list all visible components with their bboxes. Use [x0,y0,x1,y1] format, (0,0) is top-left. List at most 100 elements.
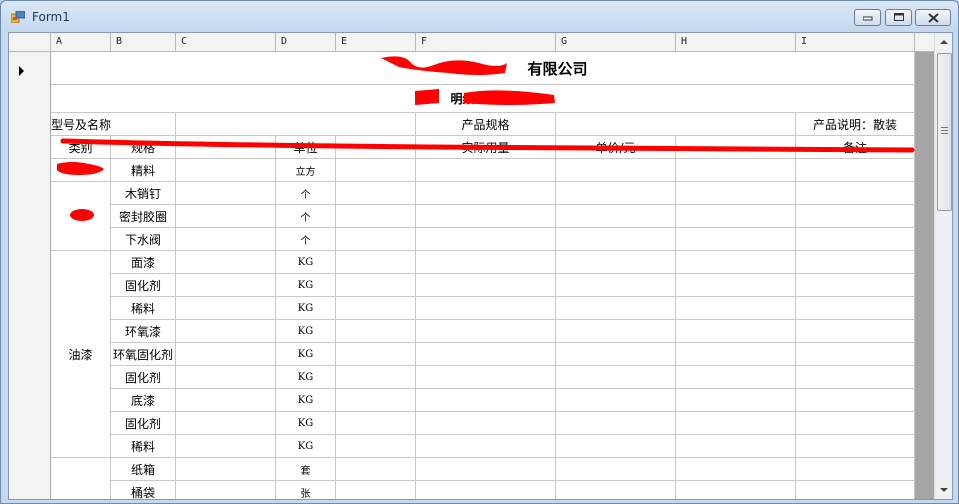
data-cell-b[interactable]: 固化剂 [111,366,176,389]
data-cell-d[interactable]: 个 [276,205,336,228]
data-cell-e[interactable] [336,458,416,481]
data-cell-i[interactable] [796,435,915,458]
data-cell-g[interactable] [556,228,676,251]
data-cell-h[interactable] [676,274,796,297]
data-cell-d[interactable]: 套 [276,458,336,481]
data-cell-c[interactable] [176,481,276,499]
data-cell-c[interactable] [176,205,276,228]
data-cell-i[interactable] [796,297,915,320]
column-header-d[interactable]: D [276,33,336,51]
data-cell-b[interactable]: 桶袋 [111,481,176,499]
maximize-button[interactable] [885,9,912,26]
data-cell-d[interactable]: 立方 [276,159,336,182]
data-cell-c[interactable] [176,320,276,343]
data-cell-f[interactable] [416,343,556,366]
data-cell-d[interactable]: KG [276,251,336,274]
data-cell-b[interactable]: 稀料 [111,435,176,458]
vertical-scrollbar[interactable] [934,33,952,499]
data-cell-g[interactable] [556,320,676,343]
model-name-label-cell[interactable]: 型号及名称 [51,113,176,136]
data-cell-i[interactable] [796,412,915,435]
data-cell-h[interactable] [676,481,796,499]
data-cell-g[interactable] [556,412,676,435]
data-cell-e[interactable] [336,182,416,205]
column-header-f[interactable]: F [416,33,556,51]
data-cell-h[interactable] [676,389,796,412]
header-cell-d[interactable]: 单位 [276,136,336,159]
data-cell-h[interactable] [676,182,796,205]
row-header-column[interactable] [9,52,51,499]
data-cell-e[interactable] [336,435,416,458]
data-cell-e[interactable] [336,389,416,412]
header-cell-e[interactable] [336,136,416,159]
data-cell-b[interactable]: 底漆 [111,389,176,412]
column-header-a[interactable]: A [51,33,111,51]
data-cell-i[interactable] [796,274,915,297]
data-cell-g[interactable] [556,481,676,499]
column-header-i[interactable]: I [796,33,915,51]
data-cell-b[interactable]: 固化剂 [111,274,176,297]
data-cell-b[interactable]: 木销钉 [111,182,176,205]
company-title-cell[interactable]: 有限公司 [51,52,915,85]
column-header-g[interactable]: G [556,33,676,51]
category-cell-packing[interactable] [51,458,111,499]
scroll-thumb[interactable] [937,53,952,211]
row3-blank-cell[interactable] [176,113,416,136]
data-cell-h[interactable] [676,297,796,320]
data-cell-e[interactable] [336,159,416,182]
data-cell-b[interactable]: 固化剂 [111,412,176,435]
data-cell-e[interactable] [336,205,416,228]
data-cell-i[interactable] [796,481,915,499]
column-header-corner[interactable] [9,33,51,51]
data-cell-f[interactable] [416,297,556,320]
data-cell-i[interactable] [796,182,915,205]
data-cell-g[interactable] [556,343,676,366]
data-cell-h[interactable] [676,251,796,274]
data-cell-h[interactable] [676,205,796,228]
data-cell-f[interactable] [416,205,556,228]
data-cell-h[interactable] [676,435,796,458]
data-cell-g[interactable] [556,159,676,182]
data-cell-i[interactable] [796,228,915,251]
row3-blank-cell-2[interactable] [556,113,796,136]
data-cell-e[interactable] [336,320,416,343]
data-cell-e[interactable] [336,297,416,320]
header-cell-i[interactable]: 备注 [796,136,915,159]
data-cell-e[interactable] [336,343,416,366]
column-header-e[interactable]: E [336,33,416,51]
data-cell-h[interactable] [676,412,796,435]
data-cell-d[interactable]: 个 [276,182,336,205]
data-cell-c[interactable] [176,343,276,366]
column-header-h[interactable]: H [676,33,796,51]
data-cell-i[interactable] [796,205,915,228]
data-cell-g[interactable] [556,458,676,481]
data-cell-c[interactable] [176,458,276,481]
data-cell-c[interactable] [176,389,276,412]
data-cell-d[interactable]: KG [276,297,336,320]
column-header-b[interactable]: B [111,33,176,51]
data-cell-b[interactable]: 纸箱 [111,458,176,481]
data-cell-d[interactable]: KG [276,412,336,435]
data-cell-f[interactable] [416,274,556,297]
data-cell-b[interactable]: 下水阀 [111,228,176,251]
data-cell-b[interactable]: 环氧漆 [111,320,176,343]
data-cell-f[interactable] [416,159,556,182]
scroll-down-icon[interactable] [936,482,952,498]
product-spec-cell[interactable]: 产品规格 [416,113,556,136]
data-cell-f[interactable] [416,481,556,499]
close-button[interactable] [915,9,951,26]
data-cell-c[interactable] [176,274,276,297]
data-cell-g[interactable] [556,182,676,205]
data-cell-e[interactable] [336,274,416,297]
scroll-up-icon[interactable] [936,34,952,50]
data-cell-f[interactable] [416,366,556,389]
data-cell-c[interactable] [176,412,276,435]
data-cell-d[interactable]: KG [276,320,336,343]
data-cell-g[interactable] [556,389,676,412]
data-cell-b[interactable]: 精料 [111,159,176,182]
data-cell-i[interactable] [796,343,915,366]
minimize-button[interactable] [854,9,881,26]
header-cell-h[interactable] [676,136,796,159]
data-cell-g[interactable] [556,205,676,228]
data-cell-d[interactable]: KG [276,389,336,412]
